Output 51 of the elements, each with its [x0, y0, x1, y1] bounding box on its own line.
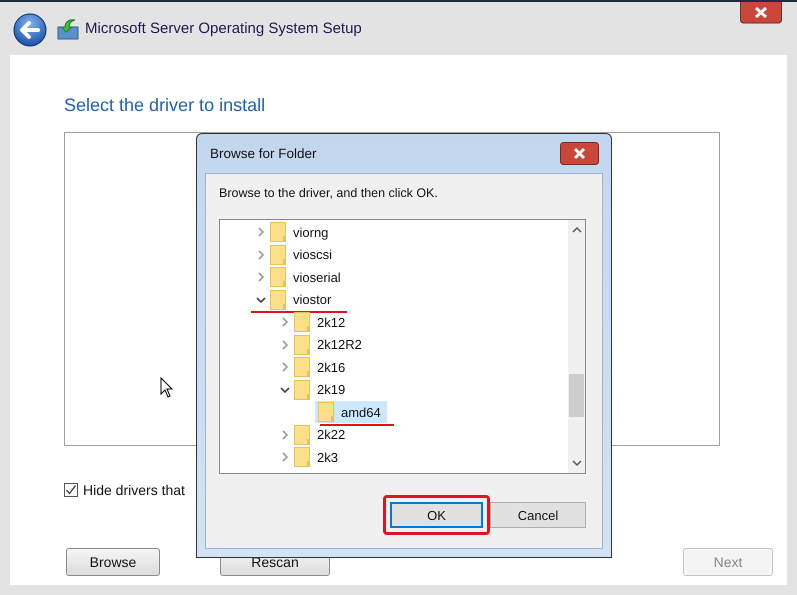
browse-button[interactable]: Browse: [66, 548, 160, 576]
folder-icon: [270, 290, 286, 310]
tree-item[interactable]: vioserial: [270, 266, 347, 288]
checkbox[interactable]: [64, 483, 78, 497]
tree-item[interactable]: 2k12: [294, 311, 352, 334]
chevron-right-icon[interactable]: [257, 226, 265, 238]
folder-icon: [294, 424, 310, 445]
scroll-up-icon[interactable]: [572, 226, 582, 233]
tree-item[interactable]: 2k3: [294, 446, 344, 468]
folder-icon: [318, 402, 334, 422]
tree-item[interactable]: 2k19: [294, 378, 352, 401]
setup-icon: [57, 18, 79, 40]
mouse-cursor-icon: [160, 377, 173, 398]
chevron-right-icon[interactable]: [281, 338, 289, 351]
scroll-down-icon[interactable]: [572, 460, 582, 467]
close-button[interactable]: [740, 2, 782, 24]
folder-icon: [270, 222, 286, 242]
chevron-right-icon[interactable]: [257, 271, 265, 284]
window-title: Microsoft Server Operating System Setup: [85, 20, 362, 37]
tree-item[interactable]: amd64: [315, 401, 387, 424]
folder-icon: [294, 312, 310, 332]
tree-item[interactable]: 2k16: [294, 356, 352, 378]
folder-icon: [294, 380, 310, 400]
back-button[interactable]: [13, 12, 47, 46]
tree-item[interactable]: 2k12R2: [294, 334, 368, 356]
folder-icon: [270, 267, 286, 288]
folder-icon: [294, 334, 310, 355]
chevron-right-icon[interactable]: [281, 451, 289, 464]
instruction-text: Browse to the driver, and then click OK.: [219, 185, 439, 201]
page-heading: Select the driver to install: [64, 95, 266, 115]
checkbox-label: Hide drivers that: [83, 482, 185, 498]
folder-icon: [270, 244, 286, 265]
tree-item[interactable]: 2k22: [294, 424, 352, 446]
tree-item[interactable]: viostor: [270, 288, 338, 311]
tree-item[interactable]: viorng: [270, 221, 334, 244]
folder-icon: [294, 447, 310, 468]
chevron-right-icon[interactable]: [281, 316, 289, 328]
ok-button[interactable]: OK: [390, 502, 483, 528]
close-button[interactable]: [560, 142, 599, 165]
cancel-button[interactable]: Cancel: [490, 502, 586, 528]
chevron-right-icon[interactable]: [281, 361, 289, 374]
chevron-right-icon[interactable]: [281, 428, 289, 441]
chevron-right-icon[interactable]: [257, 248, 265, 261]
dialog-title: Browse for Folder: [210, 146, 317, 161]
folder-icon: [294, 357, 310, 378]
chevron-down-icon[interactable]: [255, 296, 267, 304]
folder-tree[interactable]: viorng vioscsi vioserial viostor 2k12 2k12R2 2k16 2k19 amd64 2k22 2k3: [219, 219, 586, 474]
scrollbar[interactable]: [568, 220, 585, 473]
tree-item[interactable]: vioscsi: [270, 244, 338, 266]
scroll-thumb[interactable]: [569, 374, 584, 417]
chevron-down-icon[interactable]: [279, 386, 291, 394]
